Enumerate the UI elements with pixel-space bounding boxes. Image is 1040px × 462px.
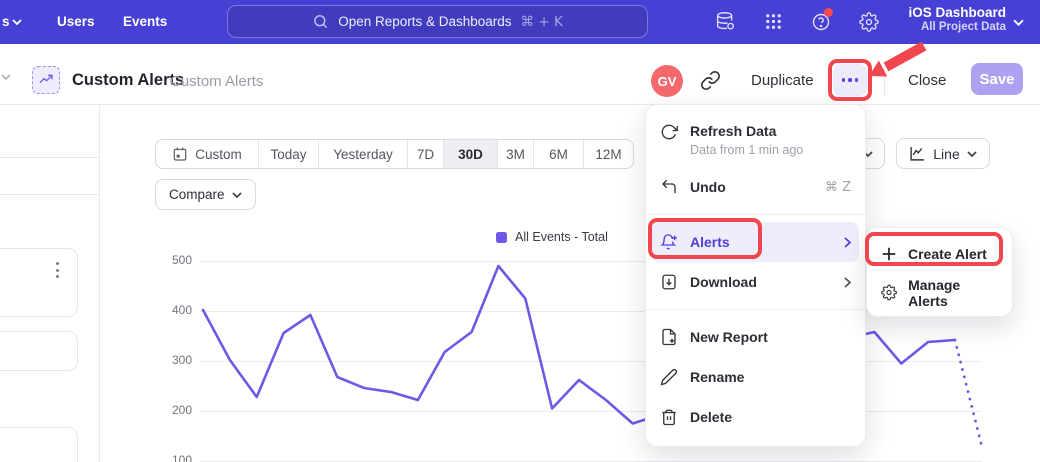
trend-line-icon	[38, 72, 54, 88]
menu-item-new-report[interactable]: New Report	[646, 317, 865, 357]
compare-dropdown[interactable]: Compare	[155, 179, 256, 210]
header-divider	[884, 66, 885, 96]
kebab-menu-icon[interactable]	[52, 258, 63, 282]
menu-item-rename[interactable]: Rename	[646, 357, 865, 397]
menu-item-refresh-data[interactable]: Refresh Data Data from 1 min ago	[646, 113, 865, 167]
chevron-down-icon	[1013, 19, 1024, 26]
left-panel-divider	[99, 105, 100, 462]
menu-item-label: Rename	[690, 369, 851, 385]
date-range-yesterday[interactable]: Yesterday	[319, 140, 408, 168]
nav-item-users[interactable]: Users	[57, 14, 95, 29]
y-axis-tick-label: 200	[158, 403, 192, 417]
collapse-chevron-icon[interactable]	[1, 74, 11, 81]
alert-bell-icon	[660, 233, 678, 251]
legend-label: All Events - Total	[515, 230, 608, 244]
refresh-icon	[660, 123, 678, 141]
undo-icon	[660, 178, 678, 196]
y-axis-tick-label: 500	[158, 253, 192, 267]
menu-divider	[646, 214, 865, 215]
gear-icon	[881, 284, 897, 301]
app-window: 500 400 300 200 100 All Events - Total Custo…	[0, 0, 1040, 462]
menu-item-alerts[interactable]: Alerts	[652, 222, 859, 262]
alerts-submenu: Create Alert Manage Alerts	[866, 227, 1013, 317]
avatar[interactable]: GV	[651, 65, 683, 97]
search-placeholder: Open Reports & Dashboards	[338, 14, 511, 29]
copy-link-icon[interactable]	[700, 70, 721, 91]
date-range-today[interactable]: Today	[259, 140, 319, 168]
menu-item-label: Alerts	[690, 234, 832, 250]
rename-pencil-icon	[660, 368, 678, 386]
gridline	[200, 461, 982, 462]
y-axis-tick-label: 100	[158, 453, 192, 462]
menu-item-label: Undo	[690, 179, 813, 195]
menu-item-label: Delete	[690, 409, 851, 425]
menu-item-sublabel: Data from 1 min ago	[690, 143, 851, 157]
page-title: Custom Alerts	[72, 71, 184, 90]
chevron-down-icon	[232, 192, 242, 198]
project-switcher[interactable]: iOS Dashboard All Project Data	[908, 5, 1006, 33]
menu-item-shortcut: ⌘ Z	[825, 180, 851, 195]
date-range-7d[interactable]: 7D	[408, 140, 444, 168]
chart-type-dropdown[interactable]: Line	[896, 138, 990, 169]
plus-icon	[881, 246, 897, 262]
submenu-item-create-alert[interactable]: Create Alert	[867, 234, 1012, 273]
chevron-right-icon	[844, 277, 851, 288]
legend-swatch	[496, 232, 507, 243]
project-scope: All Project Data	[908, 21, 1006, 33]
menu-divider	[646, 309, 865, 310]
date-range-label: Custom	[195, 147, 242, 162]
new-report-icon	[660, 328, 678, 346]
data-icon[interactable]	[715, 11, 736, 32]
chevron-down-icon	[12, 19, 22, 25]
metric-card[interactable]	[0, 331, 78, 371]
line-chart-icon	[909, 145, 926, 162]
chevron-right-icon	[844, 237, 851, 248]
notification-badge	[824, 8, 833, 17]
delete-trash-icon	[660, 408, 678, 426]
breadcrumb: Custom Alerts	[170, 73, 263, 90]
metric-card[interactable]	[0, 248, 78, 317]
settings-icon[interactable]	[859, 12, 879, 32]
duplicate-button[interactable]: Duplicate	[751, 72, 814, 89]
apps-grid-icon[interactable]	[764, 12, 783, 31]
submenu-item-label: Manage Alerts	[908, 277, 998, 309]
date-range-12m[interactable]: 12M	[584, 140, 633, 168]
nav-item-cutoff[interactable]: s	[2, 14, 10, 29]
metric-card[interactable]	[0, 427, 78, 462]
menu-item-label: Refresh Data	[690, 123, 851, 139]
menu-item-delete[interactable]: Delete	[646, 397, 865, 437]
menu-item-download[interactable]: Download	[646, 262, 865, 302]
close-button[interactable]: Close	[908, 72, 946, 89]
date-range-selector: Custom Today Yesterday 7D 30D 3M 6M 12M	[155, 139, 634, 169]
submenu-item-manage-alerts[interactable]: Manage Alerts	[867, 273, 1012, 312]
report-type-badge	[32, 66, 60, 94]
search-icon	[312, 13, 329, 30]
y-axis-tick-label: 300	[158, 353, 192, 367]
project-name: iOS Dashboard	[908, 5, 1006, 20]
chevron-down-icon	[967, 151, 977, 157]
left-panel-row-divider	[0, 157, 99, 158]
chart-legend-item[interactable]: All Events - Total	[496, 230, 608, 244]
date-range-custom[interactable]: Custom	[156, 140, 259, 168]
more-options-button[interactable]	[833, 64, 867, 96]
calendar-icon	[172, 146, 188, 162]
nav-item-events[interactable]: Events	[123, 14, 167, 29]
date-range-30d-selected[interactable]: 30D	[444, 140, 498, 168]
menu-item-label: New Report	[690, 329, 851, 345]
menu-item-label: Download	[690, 274, 832, 290]
left-panel-row-divider	[0, 194, 99, 195]
search-shortcut: ⌘ + K	[521, 14, 563, 30]
save-button[interactable]: Save	[971, 63, 1023, 95]
menu-item-undo[interactable]: Undo ⌘ Z	[646, 167, 865, 207]
y-axis-tick-label: 400	[158, 303, 192, 317]
search-bar[interactable]: Open Reports & Dashboards ⌘ + K	[227, 5, 648, 38]
download-icon	[660, 273, 678, 291]
submenu-item-label: Create Alert	[908, 246, 987, 262]
date-range-3m[interactable]: 3M	[498, 140, 534, 168]
more-options-menu: Refresh Data Data from 1 min ago Undo ⌘ …	[645, 104, 866, 447]
date-range-6m[interactable]: 6M	[534, 140, 584, 168]
